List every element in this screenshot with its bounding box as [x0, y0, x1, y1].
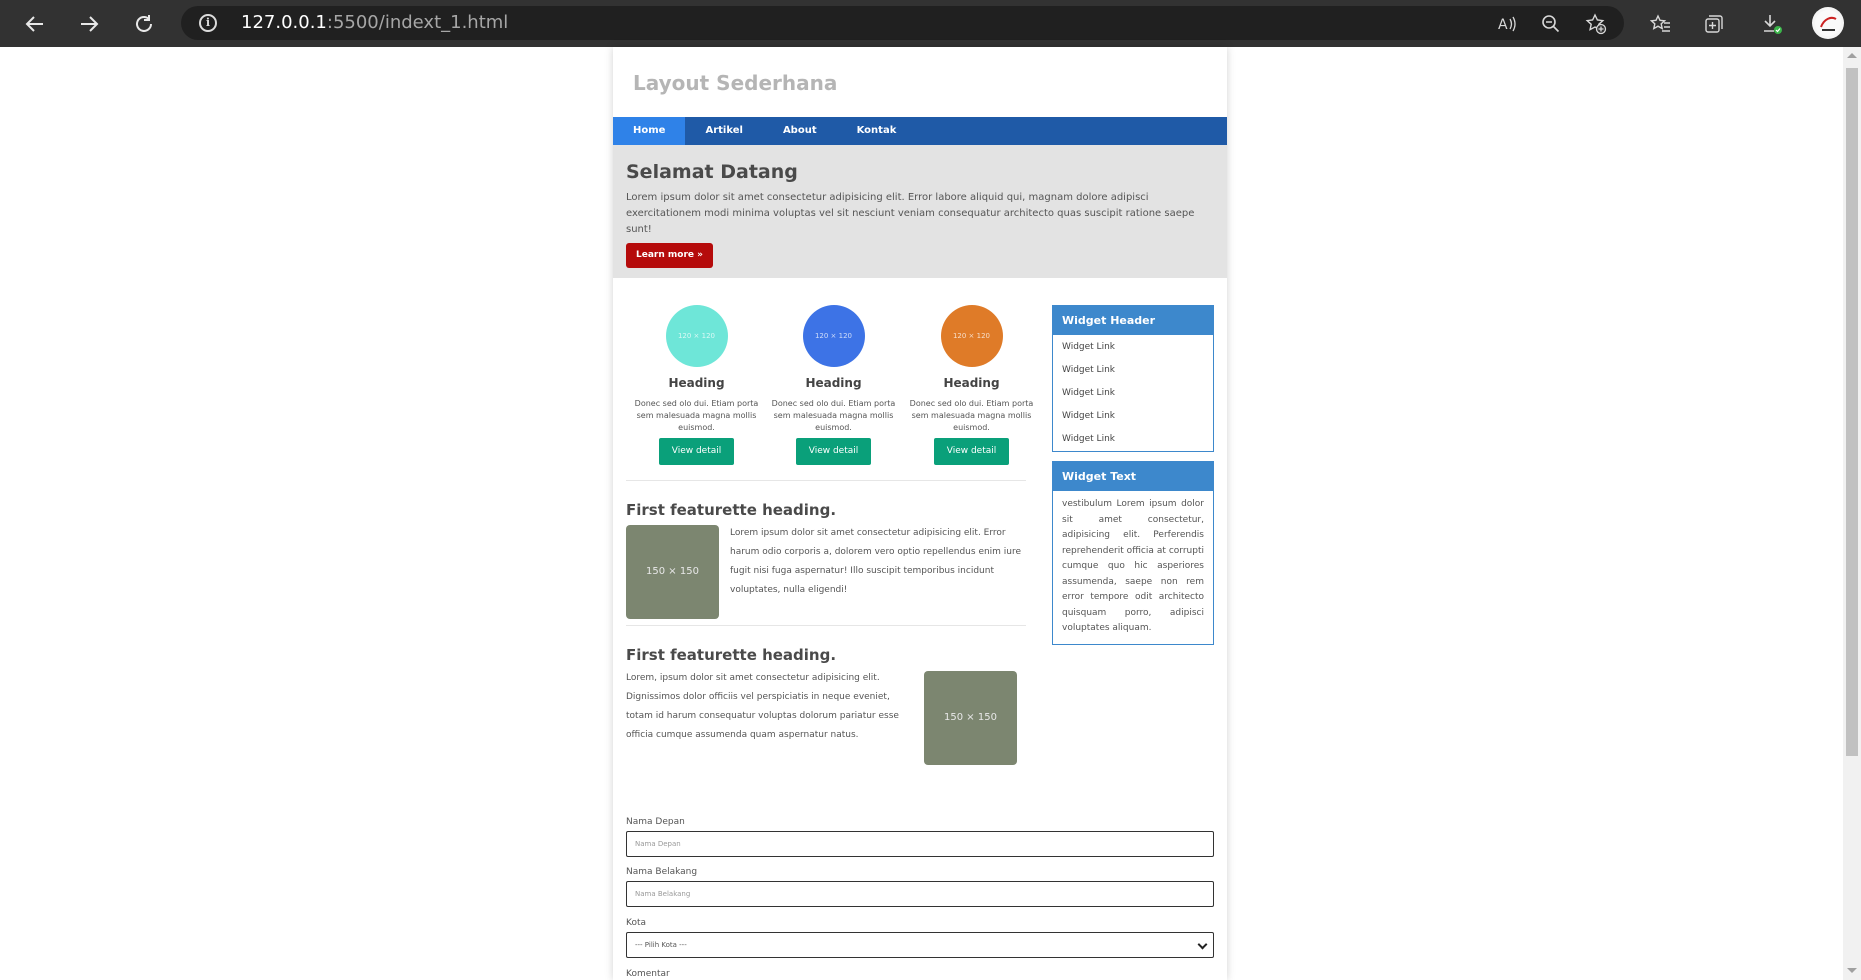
widget-text-body: vestibulum Lorem ipsum dolor sit amet co… — [1062, 499, 1204, 633]
city-label: Kota — [626, 918, 647, 928]
circle-placeholder-image: 120 × 120 — [940, 305, 1003, 367]
column-heading: Heading — [943, 376, 1000, 390]
feature-column-2: 120 × 120 Heading Donec sed olo dui. Eti… — [771, 305, 896, 465]
scroll-down-arrow-icon[interactable] — [1847, 968, 1857, 973]
profile-avatar[interactable] — [1812, 7, 1844, 39]
first-name-label: Nama Depan — [626, 817, 685, 827]
add-favorite-icon[interactable] — [1581, 9, 1611, 39]
page-container: Layout Sederhana Home Artikel About Kont… — [613, 47, 1227, 980]
favorites-icon[interactable] — [1646, 9, 1676, 39]
column-heading: Heading — [668, 376, 725, 390]
downloads-icon[interactable] — [1757, 9, 1787, 39]
featurette-heading-2: First featurette heading. — [626, 646, 837, 664]
featurette-text-2: Lorem, ipsum dolor sit amet consectetur … — [626, 673, 899, 740]
widget-link[interactable]: Widget Link — [1053, 336, 1213, 359]
menu-item-about[interactable]: About — [763, 117, 837, 145]
reload-icon[interactable] — [129, 9, 159, 39]
column-heading: Heading — [805, 376, 862, 390]
main-menu: Home Artikel About Kontak — [613, 117, 1227, 145]
url-text: 127.0.0.1:5500/indext_1.html — [241, 12, 509, 33]
widget-text-header: Widget Text — [1053, 462, 1213, 491]
featurette-image-2: 150 × 150 — [924, 671, 1017, 765]
featurette-heading-1: First featurette heading. — [626, 501, 837, 519]
column-text: Donec sed olo dui. Etiam porta sem males… — [771, 399, 896, 432]
comment-label: Komentar — [626, 969, 670, 979]
forward-arrow-icon[interactable] — [74, 9, 104, 39]
site-info-icon[interactable]: i — [199, 14, 217, 32]
city-select-value: --- Pilih Kota --- — [635, 941, 687, 949]
hero-section: Selamat Datang Lorem ipsum dolor sit ame… — [613, 145, 1227, 278]
collections-icon[interactable] — [1699, 9, 1729, 39]
feature-column-1: 120 × 120 Heading Donec sed olo dui. Eti… — [634, 305, 759, 465]
back-arrow-icon[interactable] — [20, 9, 50, 39]
widget-link[interactable]: Widget Link — [1053, 359, 1213, 382]
address-bar[interactable]: i 127.0.0.1:5500/indext_1.html — [181, 6, 1624, 40]
divider — [626, 480, 1026, 481]
first-name-input[interactable]: Nama Depan — [626, 831, 1214, 857]
column-text: Donec sed olo dui. Etiam porta sem males… — [634, 399, 759, 432]
browser-toolbar: i 127.0.0.1:5500/indext_1.html A — [0, 0, 1861, 47]
view-detail-button[interactable]: View detail — [934, 438, 1009, 465]
circle-placeholder-image: 120 × 120 — [802, 305, 865, 367]
menu-item-home[interactable]: Home — [613, 117, 686, 145]
scrollbar-thumb[interactable] — [1846, 68, 1858, 756]
svg-text:A: A — [1498, 17, 1508, 33]
widget-text: Widget Text vestibulum Lorem ipsum dolor… — [1052, 461, 1214, 645]
last-name-input[interactable]: Nama Belakang — [626, 881, 1214, 907]
divider — [626, 625, 1026, 626]
site-title: Layout Sederhana — [633, 71, 838, 95]
zoom-out-icon[interactable] — [1536, 9, 1566, 39]
hero-heading: Selamat Datang — [626, 161, 798, 183]
last-name-label: Nama Belakang — [626, 867, 698, 877]
menu-item-kontak[interactable]: Kontak — [837, 117, 917, 145]
featurette-image-1: 150 × 150 — [626, 525, 719, 619]
widget-links: Widget Header Widget Link Widget Link Wi… — [1052, 305, 1214, 452]
chevron-down-icon — [1197, 939, 1208, 950]
scroll-up-arrow-icon[interactable] — [1847, 53, 1857, 58]
widget-link[interactable]: Widget Link — [1053, 405, 1213, 428]
city-select[interactable]: --- Pilih Kota --- — [626, 932, 1214, 958]
widget-link[interactable]: Widget Link — [1053, 382, 1213, 405]
column-text: Donec sed olo dui. Etiam porta sem males… — [909, 399, 1034, 432]
hero-text: Lorem ipsum dolor sit amet consectetur a… — [626, 192, 1195, 235]
feature-column-3: 120 × 120 Heading Donec sed olo dui. Eti… — [909, 305, 1034, 465]
learn-more-button[interactable]: Learn more » — [626, 243, 713, 268]
menu-item-artikel[interactable]: Artikel — [685, 117, 762, 145]
widget-header: Widget Header — [1053, 306, 1213, 335]
widget-link[interactable]: Widget Link — [1053, 428, 1213, 451]
read-aloud-icon[interactable]: A — [1492, 9, 1522, 39]
circle-placeholder-image: 120 × 120 — [665, 305, 728, 367]
featurette-text-1: Lorem ipsum dolor sit amet consectetur a… — [730, 528, 1022, 595]
view-detail-button[interactable]: View detail — [659, 438, 734, 465]
view-detail-button[interactable]: View detail — [796, 438, 871, 465]
